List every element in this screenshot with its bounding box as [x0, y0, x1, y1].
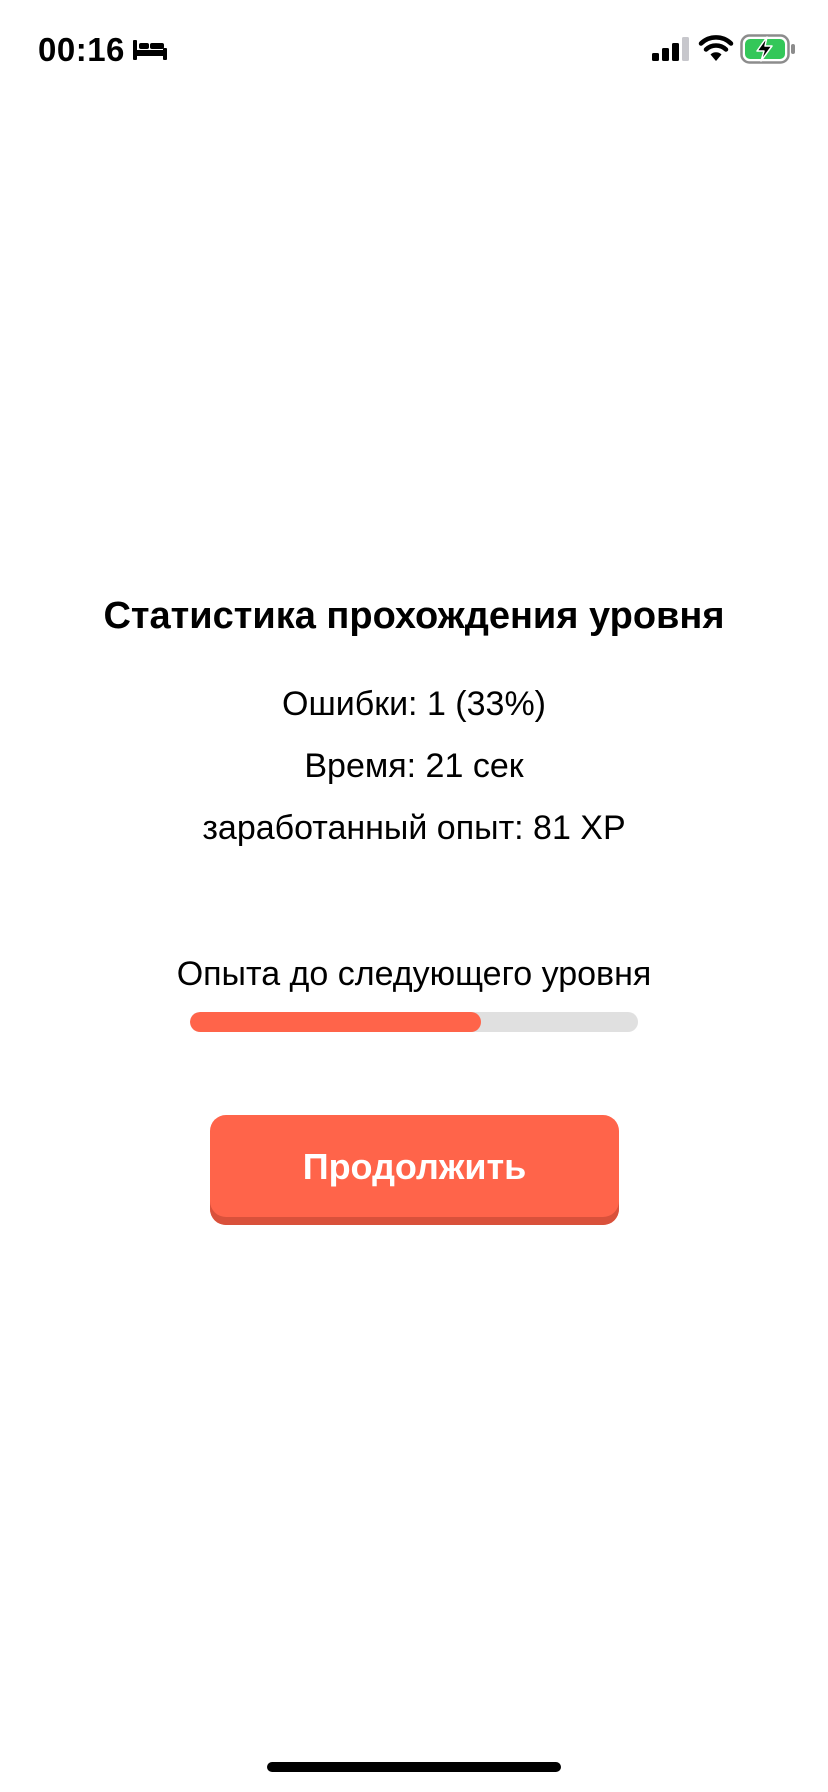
cellular-signal-icon	[652, 37, 689, 61]
next-level-label: Опыта до следующего уровня	[176, 955, 652, 993]
status-time: 00:16	[38, 31, 125, 68]
status-bar: 00:16	[0, 0, 828, 100]
xp-earned-stat: заработанный опыт: 81 XP	[202, 809, 626, 847]
home-indicator[interactable]	[267, 1762, 561, 1772]
xp-progress-fill	[190, 1012, 482, 1032]
xp-progress-bar	[190, 1012, 638, 1032]
errors-stat: Ошибки: 1 (33%)	[282, 685, 546, 723]
stats-title: Статистика прохождения уровня	[103, 595, 725, 637]
wifi-icon	[698, 35, 734, 61]
bed-icon	[133, 40, 167, 60]
continue-button[interactable]: Продолжить	[210, 1115, 619, 1225]
time-stat: Время: 21 сек	[304, 747, 524, 785]
battery-charging-icon	[740, 34, 795, 64]
